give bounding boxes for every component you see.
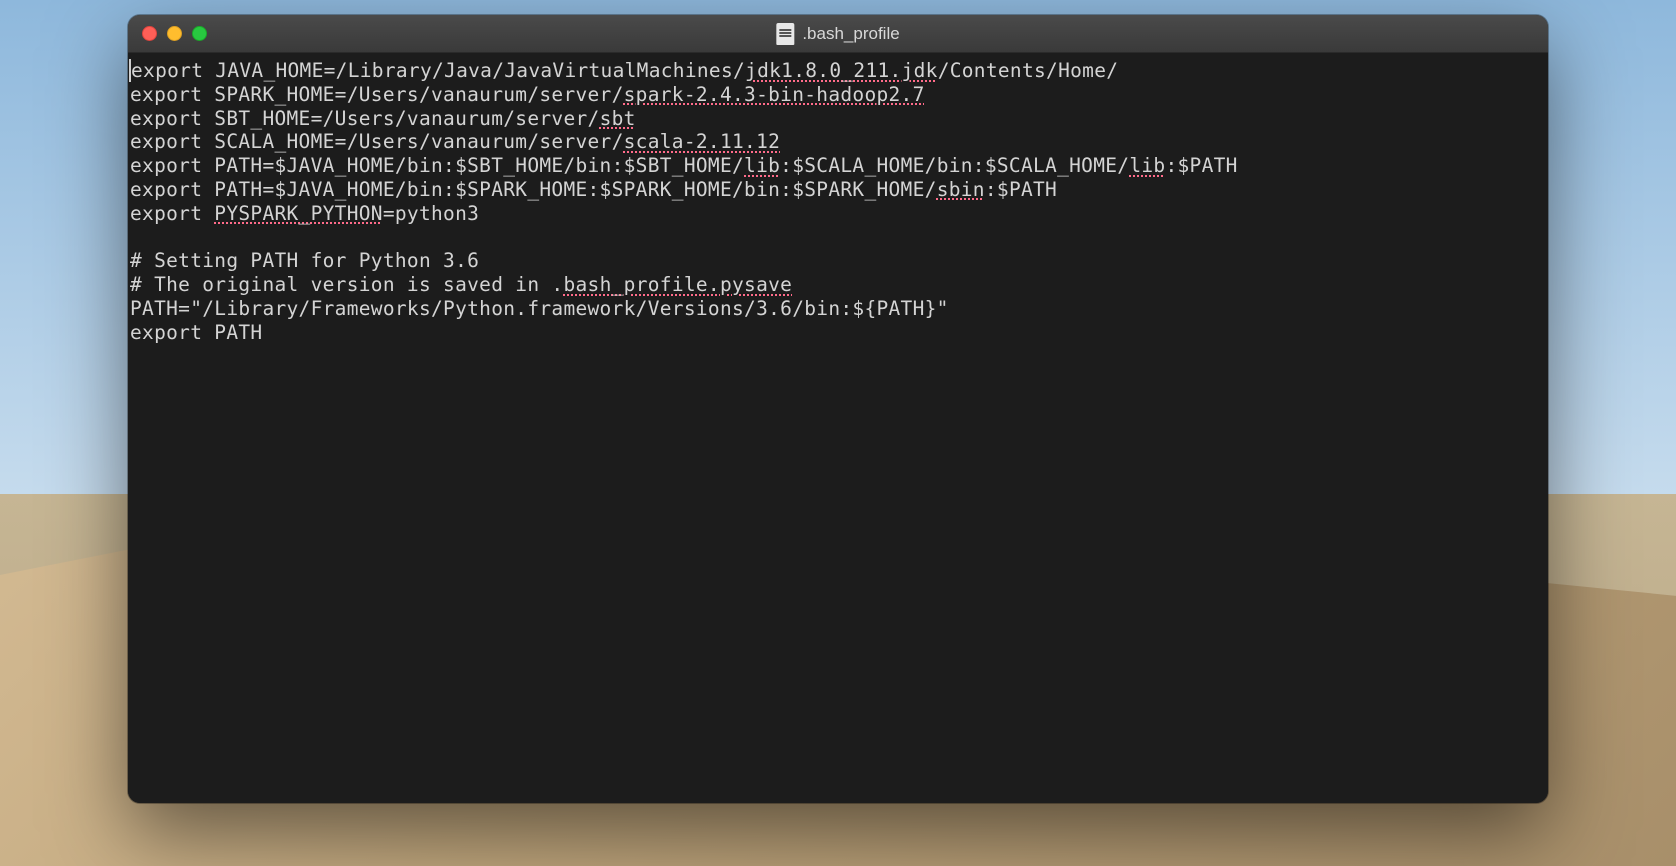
spell-underlined-text: PYSPARK_PYTHON xyxy=(214,202,383,225)
maximize-button[interactable] xyxy=(192,26,207,41)
code-text: export PATH=$JAVA_HOME/bin:$SBT_HOME/bin… xyxy=(130,154,744,177)
editor-line[interactable]: export SCALA_HOME=/Users/vanaurum/server… xyxy=(130,130,1546,154)
editor-line[interactable]: export SPARK_HOME=/Users/vanaurum/server… xyxy=(130,83,1546,107)
code-text: PATH="/Library/Frameworks/Python.framewo… xyxy=(130,297,949,320)
editor-line[interactable]: # The original version is saved in .bash… xyxy=(130,273,1546,297)
editor-line[interactable] xyxy=(130,225,1546,249)
code-text: export SPARK_HOME=/Users/vanaurum/server… xyxy=(130,83,624,106)
code-text: # The original version is saved in . xyxy=(130,273,563,296)
code-text: :$PATH xyxy=(985,178,1057,201)
window-titlebar[interactable]: .bash_profile xyxy=(128,15,1548,53)
editor-line[interactable]: PATH="/Library/Frameworks/Python.framewo… xyxy=(130,297,1546,321)
code-text: export PATH=$JAVA_HOME/bin:$SPARK_HOME:$… xyxy=(130,178,937,201)
traffic-lights xyxy=(142,26,207,41)
window-title-group: .bash_profile xyxy=(776,23,899,45)
editor-line[interactable]: # Setting PATH for Python 3.6 xyxy=(130,249,1546,273)
editor-line[interactable]: export PATH xyxy=(130,321,1546,345)
minimize-button[interactable] xyxy=(167,26,182,41)
code-text: export SCALA_HOME=/Users/vanaurum/server… xyxy=(130,130,624,153)
spell-underlined-text: scala-2.11.12 xyxy=(624,130,781,153)
spell-underlined-text: lib xyxy=(1129,154,1165,177)
editor-line[interactable]: export SBT_HOME=/Users/vanaurum/server/s… xyxy=(130,107,1546,131)
code-text: export SBT_HOME=/Users/vanaurum/server/ xyxy=(130,107,600,130)
code-text: # Setting PATH for Python 3.6 xyxy=(130,249,479,272)
spell-underlined-text: sbin xyxy=(937,178,985,201)
code-text: export PATH xyxy=(130,321,262,344)
editor-line[interactable]: export PATH=$JAVA_HOME/bin:$SBT_HOME/bin… xyxy=(130,154,1546,178)
editor-line[interactable]: export PATH=$JAVA_HOME/bin:$SPARK_HOME:$… xyxy=(130,178,1546,202)
spell-underlined-text: jdk1.8.0_211.jdk xyxy=(745,59,938,82)
spell-underlined-text: bash_profile.pysave xyxy=(563,273,792,296)
editor-window: .bash_profile export JAVA_HOME=/Library/… xyxy=(128,15,1548,803)
code-text: =python3 xyxy=(383,202,479,225)
window-title: .bash_profile xyxy=(802,24,899,44)
code-text: :$PATH xyxy=(1165,154,1237,177)
close-button[interactable] xyxy=(142,26,157,41)
code-text: export xyxy=(130,202,214,225)
spell-underlined-text: lib xyxy=(744,154,780,177)
spell-underlined-text: spark-2.4.3-bin-hadoop2.7 xyxy=(624,83,925,106)
document-icon xyxy=(776,23,794,45)
code-text: :$SCALA_HOME/bin:$SCALA_HOME/ xyxy=(780,154,1129,177)
spell-underlined-text: sbt xyxy=(600,107,636,130)
code-text: export JAVA_HOME=/Library/Java/JavaVirtu… xyxy=(131,59,745,82)
editor-line[interactable]: export JAVA_HOME=/Library/Java/JavaVirtu… xyxy=(130,59,1546,83)
code-text: /Contents/Home/ xyxy=(938,59,1119,82)
text-editor-area[interactable]: export JAVA_HOME=/Library/Java/JavaVirtu… xyxy=(128,53,1548,803)
editor-line[interactable]: export PYSPARK_PYTHON=python3 xyxy=(130,202,1546,226)
